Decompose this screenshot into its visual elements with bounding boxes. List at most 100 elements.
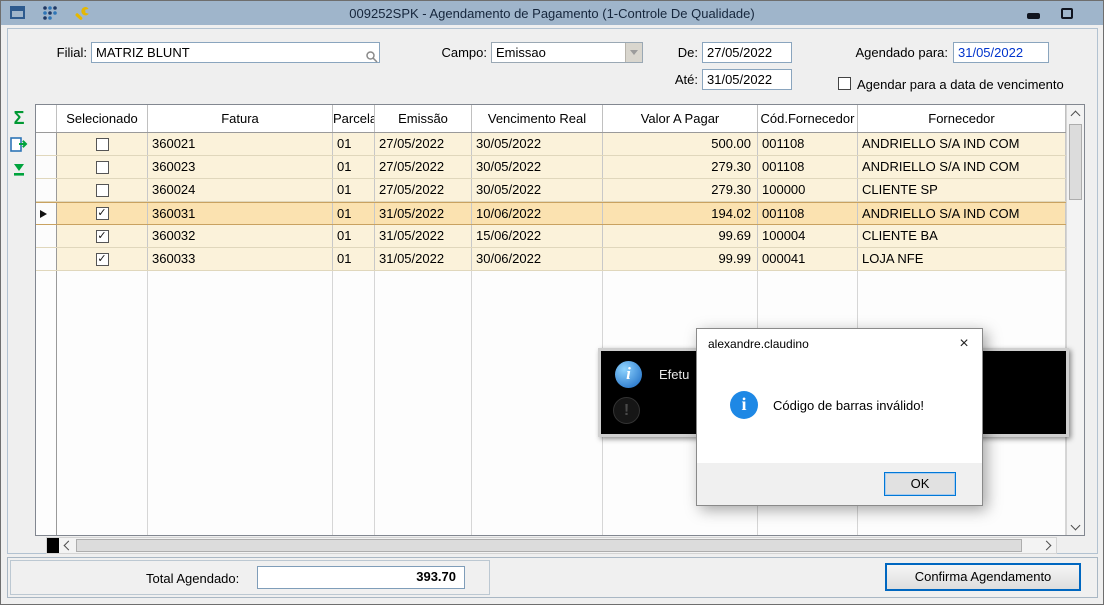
total-panel: Total Agendado: 393.70 [10,560,490,595]
export-record-icon[interactable] [7,133,31,155]
valor-cell: 500.00 [603,133,758,155]
valor-cell: 99.69 [603,225,758,247]
row-indicator-cell [36,156,57,178]
alert-icon: ! [613,397,640,424]
row-checkbox[interactable]: ✓ [95,252,109,266]
fornecedor-cell: CLIENTE SP [858,179,1066,201]
close-icon[interactable]: × [946,329,982,359]
vencimento-cell: 15/06/2022 [472,225,603,247]
vencimento-cell: 10/06/2022 [472,203,603,224]
column-header-fatura[interactable]: Fatura [148,105,333,132]
emissao-cell: 31/05/2022 [375,225,472,247]
header-gutter [36,105,57,132]
de-label: De: [677,45,698,60]
fornecedor-cell: ANDRIELLO S/A IND COM [858,156,1066,178]
row-checkbox[interactable] [95,183,109,197]
selecionado-cell: ✓ [57,248,148,270]
table-header: Selecionado Fatura Parcela Emissão Venci… [36,105,1066,133]
campo-value: Emissao [496,45,546,60]
current-row-marker [36,203,57,224]
scroll-down-icon[interactable] [1067,518,1084,535]
selecionado-cell [57,156,148,178]
parcela-cell: 01 [333,179,375,201]
fornecedor-cell: ANDRIELLO S/A IND COM [858,133,1066,155]
sum-icon[interactable]: Σ [7,107,31,129]
agendar-vencimento-checkbox[interactable] [838,77,851,90]
filial-label: Filial: [56,45,87,60]
message-box-footer: OK [697,463,982,505]
column-header-valor[interactable]: Valor A Pagar [603,105,758,132]
last-record-icon[interactable] [7,159,31,181]
ate-label: Até: [674,72,698,87]
chevron-down-icon[interactable] [625,43,642,62]
column-header-parcela[interactable]: Parcela [333,105,375,132]
vencimento-cell: 30/05/2022 [472,156,603,178]
valor-cell: 99.99 [603,248,758,270]
info-icon: i [615,361,642,388]
emissao-cell: 27/05/2022 [375,156,472,178]
parcela-cell: 01 [333,225,375,247]
table-row[interactable]: ✓ 360032 01 31/05/2022 15/06/2022 99.69 … [36,225,1066,248]
horizontal-scroll-thumb[interactable] [76,539,1022,552]
vencimento-cell: 30/05/2022 [472,179,603,201]
cod-fornecedor-cell: 001108 [758,133,858,155]
column-header-cod[interactable]: Cód.Fornecedor [758,105,858,132]
column-header-selecionado[interactable]: Selecionado [57,105,148,132]
fornecedor-cell: LOJA NFE [858,248,1066,270]
agendar-vencimento-label: Agendar para a data de vencimento [857,77,1064,92]
table-row[interactable]: 360021 01 27/05/2022 30/05/2022 500.00 0… [36,133,1066,156]
maximize-button[interactable] [1057,5,1077,21]
table-row[interactable]: ✓ 360033 01 31/05/2022 30/06/2022 99.99 … [36,248,1066,271]
scrollbar-corner [47,538,59,553]
selecionado-cell: ✓ [57,203,148,224]
message-box-title: alexandre.claudino [708,337,809,351]
app-window: 009252SPK - Agendamento de Pagamento (1-… [0,0,1104,605]
row-checkbox[interactable]: ✓ [95,229,109,243]
campo-dropdown[interactable]: Emissao [491,42,643,63]
minimize-button[interactable] [1023,5,1043,21]
horizontal-scroll-track[interactable] [75,538,1040,553]
cod-fornecedor-cell: 100004 [758,225,858,247]
fatura-cell: 360031 [148,203,333,224]
ate-date-input[interactable] [702,69,792,90]
selecionado-cell: ✓ [57,225,148,247]
ok-button[interactable]: OK [884,472,956,496]
row-indicator-cell [36,248,57,270]
column-header-vencimento[interactable]: Vencimento Real [472,105,603,132]
valor-cell: 279.30 [603,179,758,201]
agendado-para-input[interactable] [953,42,1049,63]
column-header-fornecedor[interactable]: Fornecedor [858,105,1066,132]
horizontal-scrollbar[interactable] [46,537,1057,554]
parcela-cell: 01 [333,248,375,270]
agendado-para-label: Agendado para: [855,45,948,60]
scroll-up-icon[interactable] [1067,105,1084,122]
row-checkbox[interactable] [95,137,109,151]
scroll-right-icon[interactable] [1040,538,1056,553]
emissao-cell: 27/05/2022 [375,179,472,201]
campo-label: Campo: [441,45,487,60]
total-value: 393.70 [257,566,465,589]
row-checkbox[interactable]: ✓ [95,207,109,220]
table-row-current[interactable]: ✓ 360031 01 31/05/2022 10/06/2022 194.02… [36,202,1066,225]
valor-cell: 194.02 [603,203,758,224]
de-date-input[interactable] [702,42,792,63]
parcela-cell: 01 [333,156,375,178]
title-bar: 009252SPK - Agendamento de Pagamento (1-… [1,1,1103,25]
message-text: Código de barras inválido! [773,398,925,413]
table-row[interactable]: 360024 01 27/05/2022 30/05/2022 279.30 1… [36,179,1066,202]
row-indicator-cell [36,179,57,201]
scroll-left-icon[interactable] [59,538,75,553]
table-row[interactable]: 360023 01 27/05/2022 30/05/2022 279.30 0… [36,156,1066,179]
column-header-emissao[interactable]: Emissão [375,105,472,132]
cod-fornecedor-cell: 001108 [758,156,858,178]
fatura-cell: 360021 [148,133,333,155]
vertical-scrollbar[interactable] [1066,105,1084,535]
filial-input[interactable] [91,42,380,63]
fatura-cell: 360033 [148,248,333,270]
row-checkbox[interactable] [95,160,109,174]
emissao-cell: 31/05/2022 [375,203,472,224]
vertical-scroll-thumb[interactable] [1069,124,1082,200]
vencimento-cell: 30/06/2022 [472,248,603,270]
valor-cell: 279.30 [603,156,758,178]
confirm-button[interactable]: Confirma Agendamento [885,563,1081,591]
